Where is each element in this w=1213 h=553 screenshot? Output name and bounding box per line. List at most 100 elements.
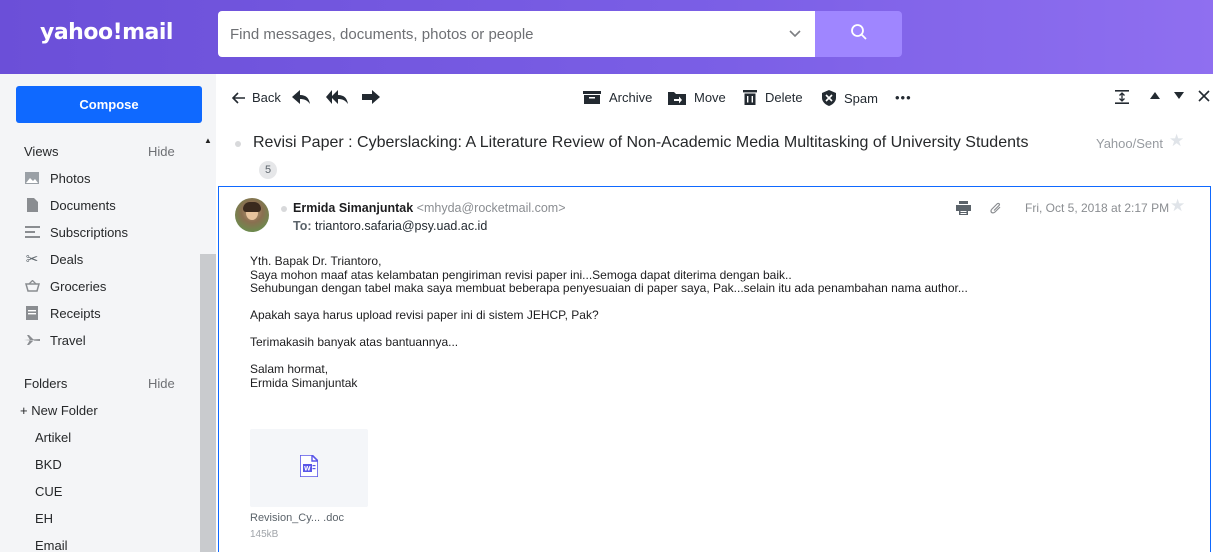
search-box[interactable] (218, 11, 815, 57)
sidebar-item-label: Deals (50, 251, 84, 267)
search-input[interactable] (230, 23, 770, 45)
sidebar-item-travel[interactable]: Travel (24, 330, 86, 350)
unread-dot-icon[interactable] (235, 141, 241, 147)
sidebar-scrollbar[interactable]: ▲ (200, 134, 216, 552)
photos-icon (24, 170, 40, 186)
search-button[interactable] (815, 11, 902, 57)
sidebar-item-receipts[interactable]: Receipts (24, 303, 101, 323)
yahoo-mail-logo[interactable]: yahoo!mail (40, 20, 173, 45)
delete-label: Delete (765, 90, 803, 105)
views-heading: Views (24, 144, 59, 159)
to-label: To: (293, 219, 312, 233)
travel-icon (24, 332, 40, 348)
sidebar-item-groceries[interactable]: Groceries (24, 276, 106, 296)
scroll-up-icon[interactable]: ▲ (204, 136, 212, 145)
attachment-name[interactable]: Revision_Cy... .doc (250, 512, 344, 524)
archive-button[interactable]: Archive (583, 90, 652, 105)
svg-text:W: W (304, 465, 311, 472)
sidebar-item-documents[interactable]: Documents (24, 195, 116, 215)
word-document-icon: W (299, 453, 319, 482)
folder-item[interactable]: EH (35, 511, 53, 526)
back-label: Back (252, 90, 281, 105)
sidebar-item-photos[interactable]: Photos (24, 168, 90, 188)
shield-icon (822, 90, 836, 106)
reply-icon (292, 90, 310, 104)
thread-count-badge: 5 (259, 161, 277, 179)
message-date: Fri, Oct 5, 2018 at 2:17 PM (1025, 201, 1170, 215)
sender-email: <mhyda@rocketmail.com> (416, 201, 566, 215)
folder-item[interactable]: BKD (35, 457, 62, 472)
sidebar-item-label: Subscriptions (50, 224, 129, 240)
sidebar: Compose Views Hide Photos Documents Subs… (0, 74, 216, 553)
scrollbar-thumb[interactable] (200, 254, 216, 552)
sidebar-item-label: Documents (50, 197, 116, 213)
trash-icon (743, 90, 757, 105)
recipient-email: triantoro.safaria@psy.uad.ac.id (315, 219, 488, 233)
body-greeting: Yth. Bapak Dr. Triantoro, (250, 254, 382, 268)
app-header: yahoo!mail (0, 0, 1213, 74)
documents-icon (24, 197, 40, 213)
reply-all-icon (326, 90, 348, 104)
reply-all-button[interactable] (326, 90, 348, 104)
message-body: Yth. Bapak Dr. Triantoro, Saya mohon maa… (250, 254, 968, 390)
body-line: Apakah saya harus upload revisi paper in… (250, 308, 599, 322)
message-toolbar: Back Archive Move Delete Spam ••• (216, 74, 1213, 122)
move-button[interactable]: Move (668, 90, 726, 105)
message-star-icon[interactable]: ★ (1170, 196, 1185, 216)
attachment-button[interactable] (990, 201, 1002, 217)
delete-button[interactable]: Delete (743, 90, 803, 105)
body-line: Terimakasih banyak atas bantuannya... (250, 335, 459, 349)
star-icon[interactable]: ★ (1169, 131, 1184, 151)
deals-icon: ✂ (25, 251, 39, 268)
forward-icon (362, 90, 380, 104)
expand-collapse-button[interactable] (1115, 90, 1129, 104)
archive-label: Archive (609, 90, 653, 105)
attachment-size: 145kB (250, 529, 279, 540)
arrow-left-icon (232, 91, 246, 104)
body-signature: Ermida Simanjuntak (250, 375, 358, 390)
close-button[interactable] (1198, 90, 1210, 102)
spam-label: Spam (844, 90, 878, 106)
sidebar-item-label: Travel (50, 332, 86, 348)
chevron-down-icon[interactable] (789, 26, 801, 41)
body-line: Saya mohon maaf atas kelambatan pengirim… (250, 267, 792, 282)
spam-button[interactable]: Spam (822, 90, 878, 106)
paperclip-icon (990, 201, 1002, 217)
compose-button[interactable]: Compose (16, 86, 202, 123)
sidebar-item-subscriptions[interactable]: Subscriptions (24, 222, 128, 242)
next-message-button[interactable] (1174, 92, 1184, 99)
folder-item[interactable]: Artikel (35, 430, 71, 445)
body-line: Sehubungan dengan tabel maka saya membua… (250, 281, 968, 295)
folder-label[interactable]: Yahoo/Sent (1096, 136, 1163, 151)
reply-button[interactable] (292, 90, 310, 104)
folders-hide-link[interactable]: Hide (148, 376, 175, 391)
read-dot-icon[interactable] (281, 206, 287, 212)
new-folder-button[interactable]: + New Folder (20, 403, 98, 418)
message-subject: Revisi Paper : Cyberslacking: A Literatu… (253, 134, 1029, 151)
expand-icon (1115, 90, 1129, 104)
message-subject-row: Revisi Paper : Cyberslacking: A Literatu… (216, 122, 1213, 182)
sidebar-item-label: Groceries (50, 278, 107, 294)
close-icon (1198, 90, 1210, 102)
caret-up-icon (1150, 92, 1160, 99)
sidebar-item-label: Photos (50, 170, 91, 186)
attachment-thumbnail[interactable]: W (250, 429, 368, 507)
print-icon (956, 201, 971, 218)
recipient[interactable]: To: triantoro.safaria@psy.uad.ac.id (293, 219, 487, 233)
more-actions-button[interactable]: ••• (895, 90, 912, 105)
previous-message-button[interactable] (1150, 92, 1160, 99)
sidebar-item-deals[interactable]: ✂ Deals (24, 249, 84, 269)
body-closing: Salam hormat, (250, 362, 329, 376)
message-card: Ermida Simanjuntak <mhyda@rocketmail.com… (218, 186, 1211, 552)
sender[interactable]: Ermida Simanjuntak <mhyda@rocketmail.com… (293, 201, 566, 215)
sidebar-item-label: Receipts (50, 305, 101, 321)
folder-item[interactable]: CUE (35, 484, 62, 499)
folder-item[interactable]: Email (35, 538, 68, 553)
views-hide-link[interactable]: Hide (148, 144, 175, 159)
back-button[interactable]: Back (232, 90, 281, 105)
print-button[interactable] (956, 201, 971, 218)
sender-name: Ermida Simanjuntak (293, 201, 414, 215)
search-icon (850, 23, 868, 46)
forward-button[interactable] (362, 90, 380, 104)
caret-down-icon (1174, 92, 1184, 99)
